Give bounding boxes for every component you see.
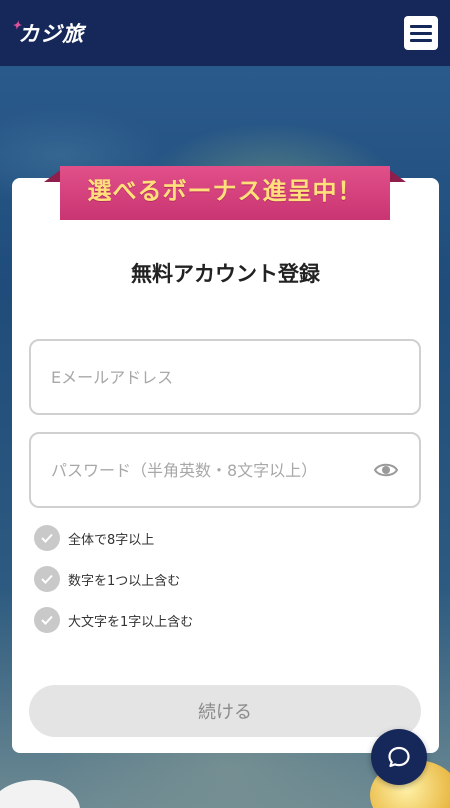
- logo-text: カジ旅: [18, 21, 85, 46]
- email-field[interactable]: [29, 339, 421, 415]
- eye-icon[interactable]: [373, 457, 399, 483]
- bonus-ribbon: 選べるボーナス進呈中！: [44, 166, 406, 226]
- hamburger-icon-line: [410, 31, 432, 35]
- form-title: 無料アカウント登録: [131, 262, 320, 286]
- password-rule-length: 全体で8字以上: [34, 524, 154, 552]
- rule-label: 全体で8字以上: [68, 532, 155, 548]
- rule-label: 数字を1つ以上含む: [68, 573, 181, 589]
- password-rule-uppercase: 大文字を1字以上含む: [34, 606, 193, 634]
- ribbon-text: 選べるボーナス進呈中！: [87, 176, 363, 205]
- top-header: ✦ カジ旅: [0, 0, 450, 66]
- password-input[interactable]: [51, 434, 365, 506]
- logo-spark: ✦: [12, 18, 23, 32]
- chat-button[interactable]: [371, 729, 427, 785]
- chat-icon: [388, 746, 410, 768]
- email-input[interactable]: [51, 341, 399, 413]
- continue-button[interactable]: 続ける: [29, 685, 421, 737]
- hamburger-icon-line: [410, 38, 432, 42]
- check-icon: [34, 607, 60, 633]
- hamburger-icon-line: [410, 24, 432, 28]
- ribbon-banner: 選べるボーナス進呈中！: [60, 166, 390, 220]
- check-icon: [34, 566, 60, 592]
- password-field[interactable]: [29, 432, 421, 508]
- site-logo[interactable]: ✦ カジ旅: [12, 18, 84, 48]
- password-rule-number: 数字を1つ以上含む: [34, 565, 180, 593]
- hamburger-menu-button[interactable]: [404, 16, 438, 50]
- rule-label: 大文字を1字以上含む: [68, 614, 194, 630]
- check-icon: [34, 525, 60, 551]
